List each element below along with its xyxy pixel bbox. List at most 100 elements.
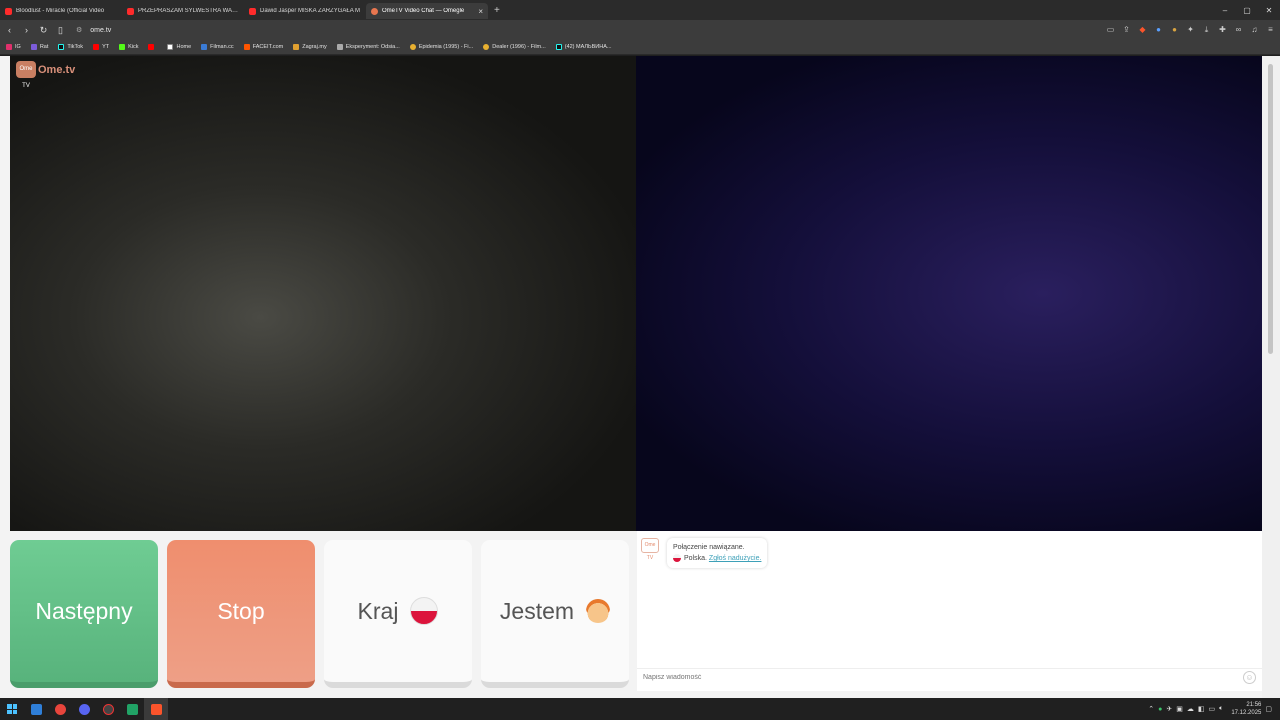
gender-button[interactable]: Jestem bbox=[481, 540, 629, 688]
zagraj-icon bbox=[293, 44, 300, 50]
taskbar-brave[interactable] bbox=[144, 698, 168, 720]
faceit-icon bbox=[243, 44, 250, 50]
taskbar-app-3[interactable] bbox=[120, 698, 144, 720]
site-info-icon[interactable]: ⚙ bbox=[76, 26, 82, 34]
tab-ometv[interactable]: OmeTV Video Chat — Omegle × bbox=[366, 3, 488, 19]
clock-time: 21:56 bbox=[1246, 702, 1262, 708]
ometv-logo-text: Ome.tv bbox=[38, 63, 76, 76]
bookmark-dealer[interactable]: Dealer (1996) - Film... bbox=[483, 44, 546, 50]
scrollbar-thumb[interactable] bbox=[1268, 64, 1273, 354]
report-abuse-link[interactable]: Zgłoś nadużycie. bbox=[709, 555, 762, 562]
bookmark-zagraj[interactable]: Zagraj.my bbox=[293, 44, 327, 50]
system-message: Ome TV Połączenie nawiązane. Polska. Zgł… bbox=[641, 538, 768, 568]
tiktok-icon bbox=[555, 44, 562, 50]
bookmark-youtube[interactable] bbox=[148, 44, 157, 50]
country-button[interactable]: Kraj bbox=[324, 540, 472, 688]
chrome-icon bbox=[54, 703, 66, 715]
tab-dawid-jasper[interactable]: Dawid Jasper MIŚKA ZARZYGAŁA M bbox=[244, 3, 366, 19]
close-tab-icon[interactable]: × bbox=[478, 7, 483, 16]
tray-app-icon[interactable]: ☁ bbox=[1187, 705, 1194, 713]
bookmark-epidemia[interactable]: Epidemia (1995) - Fi... bbox=[409, 44, 473, 50]
brave-icon bbox=[150, 703, 162, 715]
toolbar-icons: ▭ ⇪ ◆ ● ● ✦ ⤓ ✚ ∞ ♫ ≡ bbox=[1105, 23, 1276, 37]
windows-taskbar: ⌃ ● ✈ ▣ ☁ ◧ ▭ 🔈︎ 21:56 17.12.2025 ▢ bbox=[0, 698, 1280, 720]
system-tray: ⌃ ● ✈ ▣ ☁ ◧ ▭ 🔈︎ 21:56 17.12.2025 ▢ bbox=[1148, 698, 1272, 720]
system-bubble: Połączenie nawiązane. Polska. Zgłoś nadu… bbox=[667, 538, 768, 568]
clock[interactable]: 21:56 17.12.2025 bbox=[1231, 701, 1261, 717]
tray-app-icon[interactable]: ● bbox=[1158, 706, 1162, 713]
chevron-up-icon[interactable]: ⌃ bbox=[1148, 705, 1154, 713]
maximize-icon[interactable]: ▢ bbox=[1236, 6, 1258, 15]
ometv-logo-icon: Ome TV bbox=[641, 538, 659, 561]
tray-app-icon[interactable]: ◧ bbox=[1198, 705, 1205, 713]
menu-icon[interactable]: ≡ bbox=[1265, 23, 1276, 37]
reload-icon[interactable]: ↻ bbox=[36, 25, 51, 36]
forward-icon[interactable]: › bbox=[19, 25, 34, 35]
bookmark-ig[interactable]: IG bbox=[6, 44, 21, 50]
bookmark-yt[interactable]: YT bbox=[93, 44, 109, 50]
bookmark-kick[interactable]: Kick bbox=[119, 44, 138, 50]
app-icon bbox=[30, 703, 42, 715]
puzzle-icon[interactable]: ✚ bbox=[1217, 23, 1228, 37]
tray-app-icon[interactable]: ✈ bbox=[1166, 705, 1172, 713]
chat-panel: Ome TV Połączenie nawiązane. Polska. Zgł… bbox=[637, 531, 1262, 691]
page-scrollbar[interactable] bbox=[1262, 56, 1280, 698]
bookmark-home[interactable]: Home bbox=[167, 44, 191, 50]
film-icon bbox=[336, 44, 343, 50]
address-bar[interactable]: ⚙ ome.tv bbox=[76, 23, 1086, 37]
emoji-icon[interactable]: ☺ bbox=[1243, 671, 1256, 684]
youtube-icon bbox=[5, 7, 12, 15]
app-icon bbox=[102, 703, 114, 715]
cast-icon[interactable]: ▭ bbox=[1105, 23, 1116, 37]
minimize-icon[interactable]: – bbox=[1214, 6, 1236, 15]
bookmark-tiktok[interactable]: TikTok bbox=[58, 44, 83, 50]
x-icon bbox=[167, 44, 174, 50]
back-icon[interactable]: ‹ bbox=[2, 25, 17, 35]
browser-toolbar: ‹ › ↻ ▯ ⚙ ome.tv ▭ ⇪ ◆ ● ● ✦ ⤓ ✚ ∞ ♫ ≡ bbox=[0, 20, 1280, 40]
taskbar-discord[interactable] bbox=[72, 698, 96, 720]
volume-icon[interactable]: 🔈︎ bbox=[1219, 705, 1223, 713]
next-button[interactable]: Następny bbox=[10, 540, 158, 688]
tab-label: Bloodlust - Miracle (Official Video bbox=[16, 8, 105, 14]
taskbar-app-1[interactable] bbox=[24, 698, 48, 720]
start-button[interactable] bbox=[0, 698, 24, 720]
tray-app-icon[interactable]: ▣ bbox=[1176, 705, 1183, 713]
instagram-icon bbox=[6, 44, 12, 50]
media-icon[interactable]: ♫ bbox=[1249, 23, 1260, 37]
network-icon[interactable]: ▭ bbox=[1209, 705, 1216, 713]
bookmark-faceit[interactable]: FACEIT.com bbox=[243, 44, 283, 50]
tab-label: Dawid Jasper MIŚKA ZARZYGAŁA M bbox=[260, 8, 361, 14]
bookmark-icon[interactable]: ▯ bbox=[53, 25, 68, 36]
message-input[interactable] bbox=[643, 674, 1223, 681]
tab-label: OmeTV Video Chat — Omegle bbox=[382, 8, 465, 14]
link-icon[interactable]: ∞ bbox=[1233, 23, 1244, 37]
ometv-logo[interactable]: Ome TV Ome.tv bbox=[16, 61, 76, 89]
video-area: Ome TV Ome.tv bbox=[10, 56, 1262, 531]
kick-icon bbox=[119, 44, 126, 50]
rewards-icon[interactable]: ● bbox=[1169, 23, 1180, 37]
bookmark-filman[interactable]: Filman.cc bbox=[201, 44, 234, 50]
remote-video bbox=[636, 56, 1262, 531]
taskbar-app-2[interactable] bbox=[96, 698, 120, 720]
window-controls: – ▢ ✕ bbox=[1214, 0, 1280, 20]
chat-controls: Następny Stop Kraj Jestem bbox=[10, 540, 629, 690]
filman-icon bbox=[201, 44, 208, 50]
bookmarks-bar: IG Rat TikTok YT Kick Home Filman.cc FAC… bbox=[0, 40, 1280, 55]
ometv-page: Ome TV Ome.tv Następny Stop Kraj Jestem … bbox=[0, 56, 1280, 698]
vpn-icon[interactable]: ● bbox=[1153, 23, 1164, 37]
stop-button[interactable]: Stop bbox=[167, 540, 315, 688]
bookmark-rat[interactable]: Rat bbox=[30, 44, 48, 50]
poland-flag-icon bbox=[410, 597, 439, 625]
share-icon[interactable]: ⇪ bbox=[1121, 23, 1132, 37]
downloads-icon[interactable]: ⤓ bbox=[1201, 23, 1212, 37]
tab-przepraszam[interactable]: PRZEPRASZAM SYLWESTRA WARDĘ bbox=[122, 3, 244, 19]
new-tab-icon[interactable]: + bbox=[494, 5, 500, 16]
close-window-icon[interactable]: ✕ bbox=[1258, 6, 1280, 15]
tab-bloodlust[interactable]: Bloodlust - Miracle (Official Video bbox=[0, 3, 122, 19]
bookmark-malvina[interactable]: (42) МАЛЬВИНА... bbox=[555, 44, 611, 50]
taskbar-chrome[interactable] bbox=[48, 698, 72, 720]
brave-shields-icon[interactable]: ◆ bbox=[1137, 23, 1148, 37]
bookmark-eksperyment[interactable]: Eksperyment: Odsia... bbox=[336, 44, 400, 50]
notifications-icon[interactable]: ▢ bbox=[1265, 705, 1272, 713]
extensions-icon[interactable]: ✦ bbox=[1185, 23, 1196, 37]
